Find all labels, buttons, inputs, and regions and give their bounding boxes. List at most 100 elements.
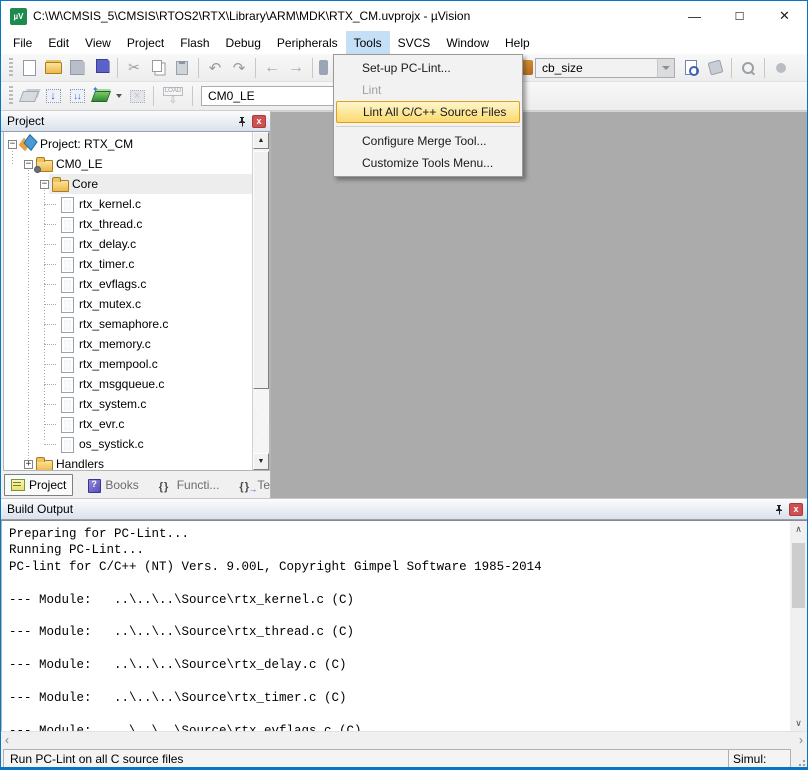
tab-project[interactable]: Project — [4, 474, 73, 496]
undo-icon[interactable] — [204, 58, 226, 78]
tree-item[interactable]: rtx_msgqueue.c — [4, 374, 252, 394]
tree-item[interactable]: rtx_mempool.c — [4, 354, 252, 374]
collapse-icon[interactable]: − — [24, 160, 33, 169]
scroll-left-icon[interactable]: ‹ — [5, 734, 9, 746]
paste-icon[interactable] — [171, 58, 193, 78]
tree-item[interactable]: − Project: RTX_CM — [4, 134, 252, 154]
project-panel-title: Project — [7, 114, 235, 128]
breakpoint-icon[interactable] — [770, 58, 792, 78]
scroll-right-icon[interactable]: › — [799, 734, 803, 746]
tree-item[interactable]: rtx_evr.c — [4, 414, 252, 434]
stop-build-icon[interactable] — [126, 86, 148, 106]
partially-hidden-icon[interactable] — [318, 58, 328, 78]
menu-help[interactable]: Help — [497, 31, 538, 54]
save-all-icon[interactable] — [90, 58, 112, 78]
rebuild-icon[interactable] — [66, 86, 88, 106]
menu-item-lint-all-c-c-source-files[interactable]: Lint All C/C++ Source Files — [336, 101, 520, 123]
collapse-icon[interactable]: − — [8, 140, 17, 149]
scroll-up-icon[interactable]: ▲ — [253, 132, 269, 149]
browse-symbols-icon[interactable] — [704, 58, 726, 78]
batch-build-caret-icon[interactable] — [114, 86, 124, 106]
build-output-header: Build Output x — [1, 499, 807, 520]
tab-functi[interactable]: Functi... — [153, 474, 226, 496]
toolbar-grip[interactable] — [9, 86, 13, 106]
menu-tools[interactable]: Tools — [346, 31, 390, 54]
find-icon[interactable] — [737, 58, 759, 78]
cut-icon[interactable] — [123, 58, 145, 78]
tree-item[interactable]: rtx_kernel.c — [4, 194, 252, 214]
tree-item[interactable]: rtx_thread.c — [4, 214, 252, 234]
menu-item-customize-tools-menu[interactable]: Customize Tools Menu... — [334, 152, 522, 174]
build-icon[interactable] — [42, 86, 64, 106]
maximize-button[interactable]: ☐ — [717, 1, 762, 31]
find-in-files-icon[interactable] — [680, 58, 702, 78]
expand-icon[interactable]: + — [24, 460, 33, 469]
batch-build-icon[interactable] — [90, 86, 112, 106]
pin-icon[interactable] — [235, 114, 249, 128]
menu-item-set-up-pc-lint[interactable]: Set-up PC-Lint... — [334, 57, 522, 79]
tab-books[interactable]: Books — [81, 474, 144, 496]
tree-item[interactable]: +Handlers — [4, 454, 252, 471]
tree-item-label: rtx_mempool.c — [79, 357, 158, 371]
save-icon[interactable] — [66, 58, 88, 78]
target-combobox[interactable]: CM0_LE — [201, 86, 353, 106]
minimize-button[interactable]: — — [672, 1, 717, 31]
tree-item[interactable]: −CM0_LE — [4, 154, 252, 174]
project-panel-header: Project x — [1, 111, 270, 132]
menu-debug[interactable]: Debug — [218, 31, 269, 54]
menu-edit[interactable]: Edit — [40, 31, 77, 54]
translate-icon[interactable] — [18, 86, 40, 106]
uvision-window: µV C:\W\CMSIS_5\CMSIS\RTOS2\RTX\Library\… — [0, 0, 808, 770]
scroll-up-icon[interactable]: ∧ — [790, 521, 807, 537]
toolbar-separator — [192, 86, 193, 106]
menu-flash[interactable]: Flash — [172, 31, 217, 54]
close-panel-icon[interactable]: x — [789, 503, 803, 516]
combo-dropdown-icon[interactable] — [657, 59, 674, 77]
build-output-hscrollbar[interactable]: ‹ › — [1, 731, 807, 748]
tree-item[interactable]: rtx_semaphore.c — [4, 314, 252, 334]
new-file-icon[interactable] — [18, 58, 40, 78]
menu-separator — [336, 126, 520, 127]
close-button[interactable]: ✕ — [762, 1, 807, 31]
tree-item[interactable]: rtx_delay.c — [4, 234, 252, 254]
copy-icon[interactable] — [147, 58, 169, 78]
navigate-forward-icon[interactable] — [285, 58, 307, 78]
toolbar-separator — [312, 58, 313, 78]
tree-connector-stub — [44, 264, 56, 265]
templates-tab-icon — [239, 479, 253, 491]
scrollbar-thumb[interactable] — [792, 543, 805, 608]
menu-project[interactable]: Project — [119, 31, 172, 54]
close-panel-icon[interactable]: x — [252, 115, 266, 128]
tree-connector-stub — [44, 444, 56, 445]
menu-item-configure-merge-tool[interactable]: Configure Merge Tool... — [334, 130, 522, 152]
scroll-down-icon[interactable]: ∨ — [790, 715, 807, 731]
download-icon[interactable] — [159, 86, 187, 106]
menu-peripherals[interactable]: Peripherals — [269, 31, 346, 54]
menu-window[interactable]: Window — [438, 31, 497, 54]
build-output-panel: Build Output x Preparing for PC-Lint... … — [1, 498, 807, 748]
scrollbar-thumb[interactable] — [253, 151, 269, 389]
menu-file[interactable]: File — [5, 31, 40, 54]
menu-view[interactable]: View — [77, 31, 119, 54]
tree-item[interactable]: rtx_evflags.c — [4, 274, 252, 294]
tree-item[interactable]: rtx_timer.c — [4, 254, 252, 274]
tree-item[interactable]: −Core — [4, 174, 252, 194]
toolbar-grip[interactable] — [9, 58, 13, 78]
redo-icon[interactable] — [228, 58, 250, 78]
menu-svcs[interactable]: SVCS — [390, 31, 439, 54]
search-combobox[interactable]: cb_size — [535, 58, 675, 78]
navigate-back-icon[interactable] — [261, 58, 283, 78]
build-output-scrollbar[interactable]: ∧ ∨ — [790, 521, 807, 731]
scroll-down-icon[interactable]: ▼ — [253, 453, 269, 470]
project-tree-scrollbar[interactable]: ▲ ▼ — [252, 132, 269, 470]
tree-item[interactable]: rtx_system.c — [4, 394, 252, 414]
tree-item[interactable]: os_systick.c — [4, 434, 252, 454]
tree-item[interactable]: rtx_mutex.c — [4, 294, 252, 314]
tree-item-label: Project: RTX_CM — [40, 137, 133, 151]
pin-icon[interactable] — [772, 502, 786, 516]
open-file-icon[interactable] — [42, 58, 64, 78]
build-output-text[interactable]: Preparing for PC-Lint... Running PC-Lint… — [1, 521, 790, 731]
collapse-icon[interactable]: − — [40, 180, 49, 189]
resize-grip[interactable] — [791, 749, 805, 768]
tree-item[interactable]: rtx_memory.c — [4, 334, 252, 354]
